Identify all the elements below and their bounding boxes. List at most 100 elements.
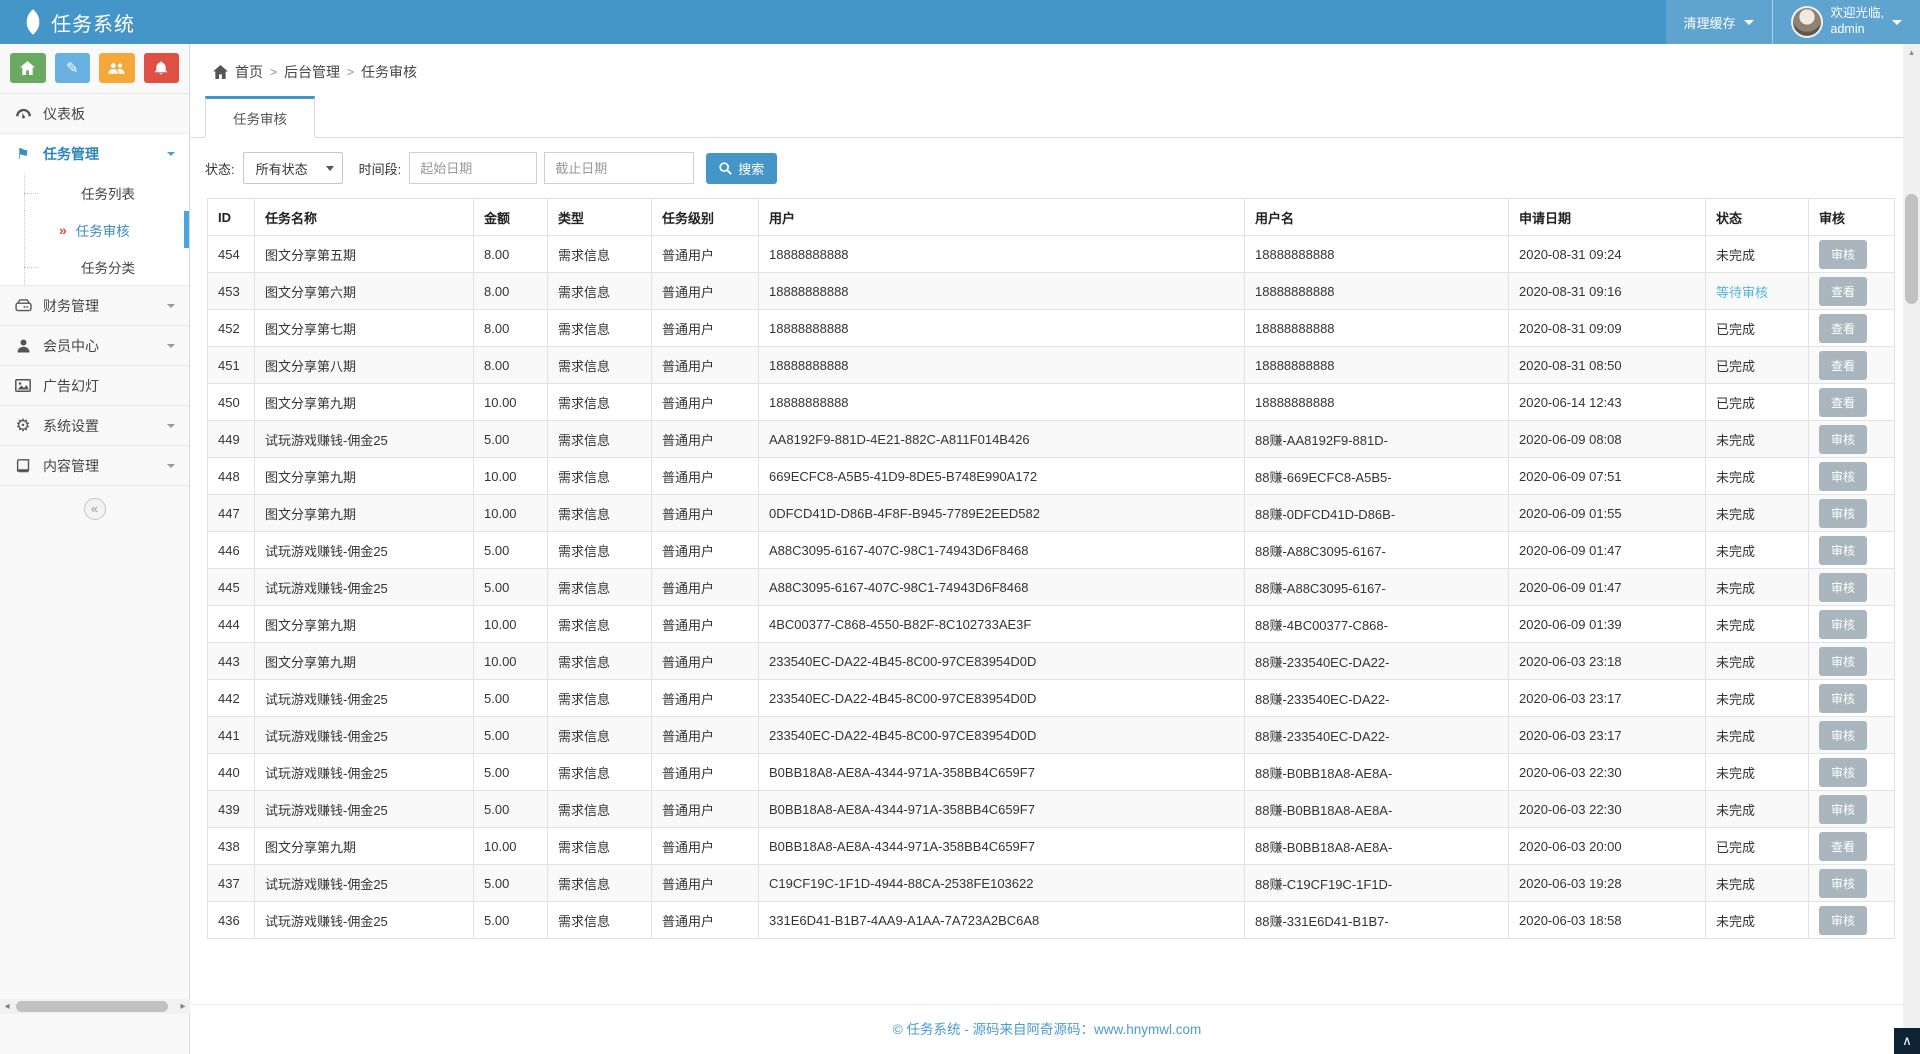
cell-type: 需求信息: [548, 680, 652, 717]
review-button[interactable]: 审核: [1819, 869, 1867, 898]
review-button[interactable]: 审核: [1819, 684, 1867, 713]
sidebar-item-finance[interactable]: 财务管理: [0, 286, 189, 326]
clear-cache-dropdown[interactable]: 清理缓存: [1666, 0, 1772, 44]
view-button[interactable]: 查看: [1819, 277, 1867, 306]
cell-username: 88赚-B0BB18A8-AE8A-: [1245, 828, 1509, 865]
cell-id: 438: [208, 828, 255, 865]
sidebar-item-task-management[interactable]: ⚑ 任务管理: [0, 134, 189, 174]
breadcrumb-admin[interactable]: 后台管理: [284, 62, 340, 82]
review-button[interactable]: 审核: [1819, 758, 1867, 787]
edit-quick-button[interactable]: ✎: [55, 53, 91, 83]
cell-type: 需求信息: [548, 828, 652, 865]
sidebar-item-dashboard[interactable]: 仪表板: [0, 94, 189, 134]
cell-type: 需求信息: [548, 236, 652, 273]
sidebar-item-settings[interactable]: ⚙ 系统设置: [0, 406, 189, 446]
cell-status: 未完成: [1706, 495, 1809, 532]
status-text[interactable]: 等待审核: [1716, 285, 1768, 300]
cell-username: 88赚-669ECFC8-A5B5-: [1245, 458, 1509, 495]
status-text: 已完成: [1716, 322, 1755, 337]
status-text: 未完成: [1716, 803, 1755, 818]
cell-amount: 5.00: [474, 680, 548, 717]
subitem-label: 任务分类: [81, 257, 135, 277]
status-select[interactable]: 所有状态: [243, 152, 343, 184]
cell-user: B0BB18A8-AE8A-4344-971A-358BB4C659F7: [759, 828, 1245, 865]
scroll-left-arrow[interactable]: ◂: [0, 999, 14, 1014]
review-button[interactable]: 审核: [1819, 240, 1867, 269]
back-to-top-button[interactable]: ∧: [1894, 1028, 1920, 1054]
table-row: 438图文分享第九期10.00需求信息普通用户B0BB18A8-AE8A-434…: [208, 828, 1895, 865]
sidebar-subitem-task-category[interactable]: 任务分类: [24, 248, 189, 285]
cell-level: 普通用户: [652, 791, 759, 828]
review-button[interactable]: 审核: [1819, 536, 1867, 565]
cell-amount: 10.00: [474, 458, 548, 495]
scroll-up-arrow[interactable]: ▴: [1903, 44, 1920, 60]
sidebar-subitem-task-list[interactable]: 任务列表: [24, 174, 189, 211]
review-button[interactable]: 审核: [1819, 425, 1867, 454]
review-button[interactable]: 审核: [1819, 499, 1867, 528]
home-quick-button[interactable]: [10, 53, 46, 83]
scrollbar-thumb[interactable]: [1905, 194, 1918, 304]
gauge-icon: [14, 107, 32, 120]
cell-amount: 8.00: [474, 236, 548, 273]
chevron-up-icon: ∧: [1902, 1033, 1912, 1049]
sidebar-item-content[interactable]: 内容管理: [0, 446, 189, 486]
cell-name: 图文分享第九期: [255, 384, 474, 421]
user-menu[interactable]: 欢迎光临, admin: [1773, 0, 1920, 44]
tab-task-review[interactable]: 任务审核: [205, 96, 315, 138]
view-button[interactable]: 查看: [1819, 832, 1867, 861]
review-button[interactable]: 审核: [1819, 610, 1867, 639]
flag-icon: ⚑: [14, 145, 32, 163]
cell-date: 2020-06-03 23:17: [1509, 717, 1706, 754]
end-date-input[interactable]: [544, 152, 694, 184]
cell-date: 2020-06-03 19:28: [1509, 865, 1706, 902]
cell-user: 18888888888: [759, 236, 1245, 273]
column-header: ID: [208, 199, 255, 236]
review-button[interactable]: 审核: [1819, 721, 1867, 750]
cell-level: 普通用户: [652, 236, 759, 273]
view-button[interactable]: 查看: [1819, 351, 1867, 380]
welcome-line2: admin: [1831, 22, 1865, 36]
scroll-right-arrow[interactable]: ▸: [176, 999, 190, 1014]
cell-level: 普通用户: [652, 754, 759, 791]
review-button[interactable]: 审核: [1819, 462, 1867, 491]
start-date-input[interactable]: [409, 152, 537, 184]
view-button[interactable]: 查看: [1819, 388, 1867, 417]
cell-date: 2020-06-03 22:30: [1509, 791, 1706, 828]
app-logo[interactable]: 任务系统: [0, 0, 190, 44]
cell-action: 审核: [1809, 458, 1895, 495]
cell-date: 2020-06-09 01:47: [1509, 569, 1706, 606]
cell-level: 普通用户: [652, 273, 759, 310]
cell-status: 等待审核: [1706, 273, 1809, 310]
cell-type: 需求信息: [548, 532, 652, 569]
filter-bar: 状态: 所有状态 时间段: 搜索: [191, 138, 1903, 198]
notifications-quick-button[interactable]: [144, 53, 180, 83]
breadcrumb-home[interactable]: 首页: [235, 62, 263, 82]
review-button[interactable]: 审核: [1819, 573, 1867, 602]
search-button[interactable]: 搜索: [706, 153, 777, 184]
cell-username: 88赚-A88C3095-6167-: [1245, 569, 1509, 606]
sidebar-subitem-task-review[interactable]: » 任务审核: [24, 211, 189, 248]
cell-status: 未完成: [1706, 606, 1809, 643]
chevron-down-icon: [167, 464, 175, 468]
scrollbar-track[interactable]: [14, 1001, 176, 1012]
users-quick-button[interactable]: [99, 53, 135, 83]
view-button[interactable]: 查看: [1819, 314, 1867, 343]
review-button[interactable]: 审核: [1819, 795, 1867, 824]
sidebar-item-members[interactable]: 会员中心: [0, 326, 189, 366]
cell-action: 审核: [1809, 865, 1895, 902]
cell-username: 88赚-4BC00377-C868-: [1245, 606, 1509, 643]
sidebar-collapse-button[interactable]: «: [84, 498, 106, 520]
review-button[interactable]: 审核: [1819, 906, 1867, 935]
cell-type: 需求信息: [548, 791, 652, 828]
cell-amount: 5.00: [474, 791, 548, 828]
scrollbar-thumb[interactable]: [16, 1001, 168, 1012]
cell-user: 331E6D41-B1B7-4AA9-A1AA-7A723A2BC6A8: [759, 902, 1245, 939]
hdd-icon: [14, 299, 32, 312]
cell-action: 审核: [1809, 606, 1895, 643]
gear-icon: ⚙: [14, 416, 32, 436]
review-button[interactable]: 审核: [1819, 647, 1867, 676]
sidebar-item-ad-slides[interactable]: 广告幻灯: [0, 366, 189, 406]
footer-link[interactable]: www.hnymwl.com: [1094, 1022, 1201, 1037]
home-icon: [213, 65, 228, 79]
cell-user: 18888888888: [759, 310, 1245, 347]
